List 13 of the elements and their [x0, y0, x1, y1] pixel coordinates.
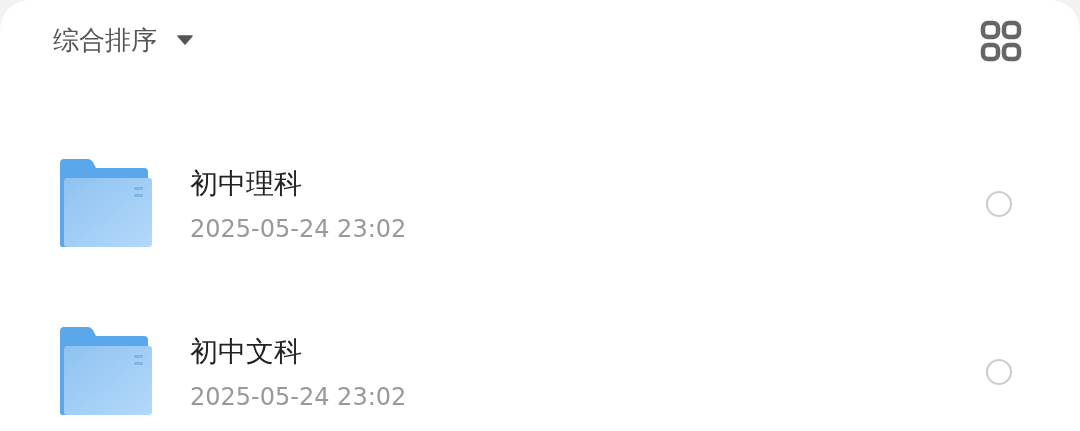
- sort-dropdown[interactable]: 综合排序: [53, 22, 193, 58]
- folder-name: 初中文科: [190, 334, 303, 370]
- folder-icon: [58, 327, 154, 417]
- select-radio[interactable]: [986, 359, 1012, 385]
- select-radio[interactable]: [986, 191, 1012, 217]
- modified-date: 2025-05-24 23:02: [190, 383, 408, 411]
- caret-icon: [177, 35, 193, 45]
- folder-name: 初中理科: [190, 166, 303, 202]
- modified-date: 2025-05-24 23:02: [190, 215, 408, 243]
- folder-row[interactable]: 初中理科 2025-05-24 23:02: [0, 120, 1080, 288]
- folder-icon: [58, 159, 154, 249]
- folder-row[interactable]: 初中文科 2025-05-24 23:02: [0, 288, 1080, 431]
- grid-view-icon[interactable]: [980, 20, 1022, 62]
